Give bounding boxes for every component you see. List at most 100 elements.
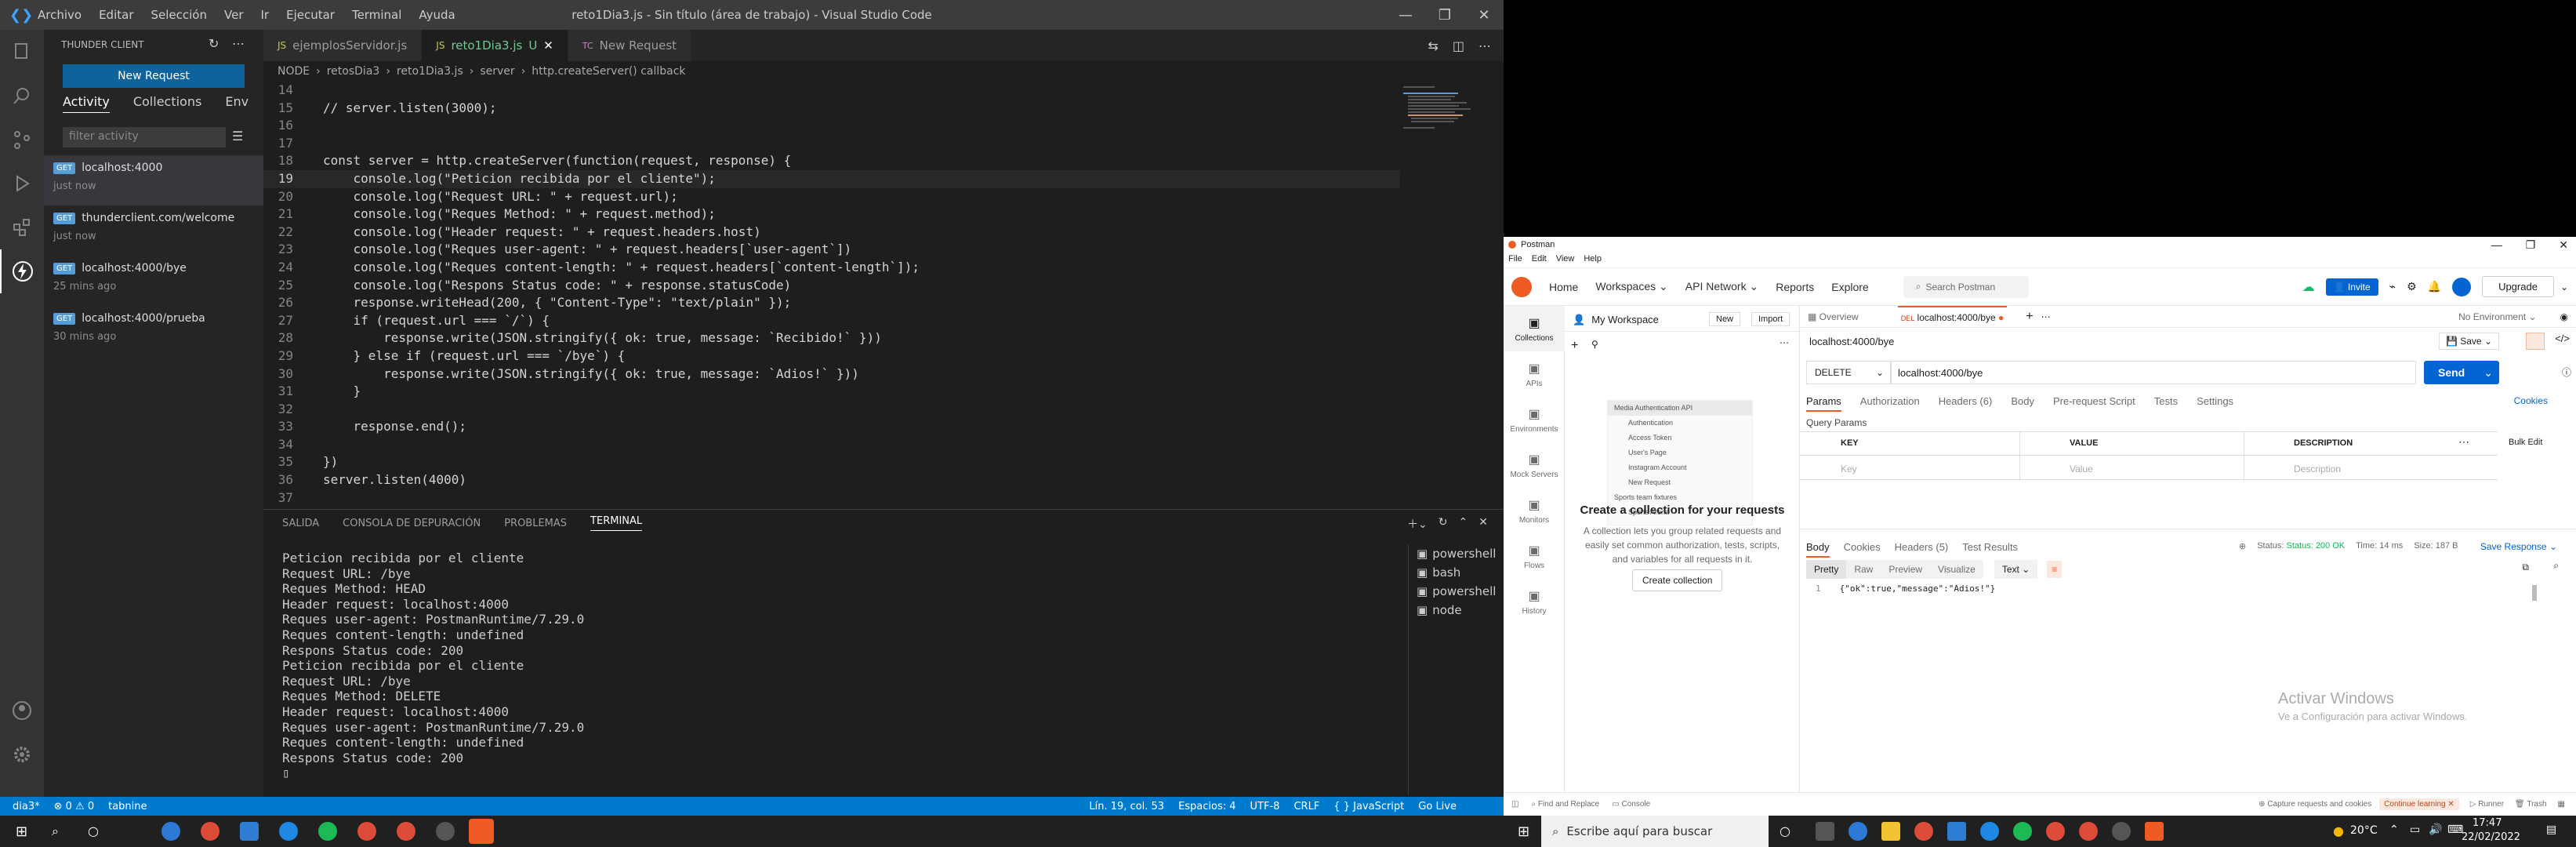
breadcrumb-item[interactable]: server: [480, 65, 514, 78]
editor-more-icon[interactable]: ⋯: [1478, 38, 1491, 53]
status-right-2[interactable]: UTF-8: [1250, 801, 1280, 812]
find-replace-link[interactable]: ⌕ Find and Replace: [1531, 800, 1599, 809]
panel-tab[interactable]: PROBLEMAS: [504, 518, 567, 529]
spotify-icon[interactable]: [2013, 822, 2032, 841]
status-left-2[interactable]: tabnine: [108, 801, 147, 812]
tabs-more-icon[interactable]: ⋯: [2041, 311, 2051, 322]
resp-tab[interactable]: Headers (5): [1895, 541, 1949, 558]
cortana-icon[interactable]: ○: [1780, 823, 1791, 838]
view-tab[interactable]: Visualize: [1930, 560, 1983, 579]
terminal-cursor[interactable]: ▯: [282, 765, 1395, 781]
app-icon[interactable]: [2112, 822, 2131, 841]
terminal-output[interactable]: Peticion recibida por el cliente Request …: [282, 551, 1395, 794]
req-tab[interactable]: Headers (6): [1939, 395, 1993, 412]
nav-reports[interactable]: Reports: [1776, 281, 1814, 293]
filter-menu-icon[interactable]: ☰: [232, 129, 243, 144]
breadcrumb-item[interactable]: http.createServer() callback: [532, 65, 685, 78]
req-tab[interactable]: Authorization: [1860, 395, 1920, 412]
chrome-icon-3[interactable]: [397, 822, 415, 841]
upgrade-button[interactable]: Upgrade: [2482, 276, 2554, 297]
nav-explore[interactable]: Explore: [1831, 281, 1868, 293]
description-input[interactable]: Description: [2294, 463, 2341, 474]
key-input[interactable]: Key: [1841, 463, 1857, 474]
tab-request[interactable]: DEL localhost:4000/bye ●: [1897, 305, 2008, 328]
chrome-icon[interactable]: [201, 822, 220, 841]
code-editor[interactable]: 14 15 // server.listen(3000); 16 17 18 const s…: [263, 82, 1400, 509]
runner-link[interactable]: ▷ Runner: [2470, 800, 2504, 809]
settings-icon[interactable]: ⚙: [2407, 280, 2417, 293]
panel-tab[interactable]: TERMINAL: [590, 515, 643, 531]
format-select[interactable]: Text ⌄: [1994, 560, 2038, 579]
view-tab[interactable]: Preview: [1881, 560, 1930, 579]
send-button[interactable]: Send ⌄: [2424, 361, 2499, 384]
req-tab[interactable]: Body: [2011, 395, 2034, 412]
method-select[interactable]: DELETE ⌄: [1806, 361, 1891, 384]
response-body[interactable]: 1 {"ok":true,"message":"Adios!"}: [1816, 583, 1995, 594]
status-right-4[interactable]: { } JavaScript: [1333, 801, 1404, 812]
maximize-icon[interactable]: ❐: [1425, 0, 1464, 30]
edge-icon[interactable]: [1849, 822, 1867, 841]
bulk-edit-link[interactable]: Bulk Edit: [2509, 438, 2542, 447]
req-tab[interactable]: Tests: [2154, 395, 2178, 412]
activity-item[interactable]: GET localhost:4000/prueba 30 mins ago: [44, 306, 263, 356]
code-icon[interactable]: </>: [2555, 333, 2570, 344]
status-right-1[interactable]: Espacios: 4: [1178, 801, 1235, 812]
spotify-icon[interactable]: [318, 822, 337, 841]
rail-apis[interactable]: ▣ APIs: [1504, 351, 1565, 397]
info-icon[interactable]: ⓘ: [2562, 365, 2571, 379]
params-more-icon[interactable]: ⋯: [2458, 435, 2469, 449]
nav-api-network[interactable]: API Network ⌄: [1685, 280, 1758, 293]
tab-ejemplos[interactable]: JS ejemplosServidor.js: [263, 30, 423, 61]
volume-icon[interactable]: 🔊: [2429, 823, 2442, 836]
network-icon[interactable]: ▭: [2410, 823, 2420, 836]
tab-new-request[interactable]: TC New Request: [568, 30, 692, 61]
account-icon[interactable]: [0, 689, 44, 732]
split-editor-icon[interactable]: ◫: [1453, 38, 1464, 53]
tab-overview[interactable]: ▦ Overview: [1808, 311, 1859, 322]
rail-monitors[interactable]: ▣ Monitors: [1504, 488, 1565, 533]
layout-icon[interactable]: ⌃: [1459, 516, 1468, 532]
menu-1[interactable]: Editar: [99, 8, 133, 22]
workspace-title[interactable]: 👤 My Workspace: [1573, 314, 1659, 326]
new-button[interactable]: New: [1709, 312, 1741, 326]
import-button[interactable]: Import: [1751, 312, 1791, 326]
url-input[interactable]: localhost:4000/bye: [1891, 361, 2416, 384]
pm-close-icon[interactable]: ✕: [2559, 238, 2568, 252]
console-link[interactable]: ▭ Console: [1612, 800, 1650, 809]
req-tab[interactable]: Params: [1806, 395, 1841, 412]
upgrade-chevron-icon[interactable]: ⌄: [2560, 282, 2568, 293]
nav-workspaces[interactable]: Workspaces ⌄: [1595, 280, 1667, 293]
search-icon[interactable]: [0, 74, 44, 118]
status-left-1[interactable]: ⊗ 0 ⚠ 0: [54, 801, 95, 812]
new-tab-icon[interactable]: +: [2026, 310, 2033, 324]
minimap[interactable]: [1400, 82, 1494, 509]
rail-collections[interactable]: ▣ Collections: [1504, 306, 1565, 351]
thunder-client-icon[interactable]: [0, 249, 44, 293]
collections-more-icon[interactable]: ⋯: [1780, 337, 1789, 348]
value-input[interactable]: Value: [2070, 463, 2093, 474]
rail-history[interactable]: ▣ History: [1504, 579, 1565, 624]
filter-icon[interactable]: ⚲: [1591, 339, 1598, 350]
postman-task-icon[interactable]: [469, 819, 494, 844]
menu-0[interactable]: Archivo: [38, 8, 82, 22]
run-debug-icon[interactable]: [0, 162, 44, 205]
chrome-icon-2[interactable]: [357, 822, 376, 841]
app-icon[interactable]: [436, 822, 455, 841]
postman-search[interactable]: ⌕ Search Postman: [1903, 275, 2029, 298]
chrome-icon-3[interactable]: [2079, 822, 2098, 841]
toggle-sidebar-icon[interactable]: ◫: [1511, 800, 1518, 809]
view-tab[interactable]: Pretty: [1806, 560, 1847, 579]
trash-link[interactable]: 🗑 Trash: [2515, 800, 2547, 809]
open-changes-icon[interactable]: ⇆: [1428, 38, 1438, 53]
tab-env[interactable]: Env: [225, 94, 249, 113]
add-collection-icon[interactable]: +: [1571, 339, 1578, 353]
extensions-icon[interactable]: [0, 205, 44, 249]
start-icon[interactable]: ⊞: [16, 823, 27, 840]
menu-5[interactable]: Ejecutar: [286, 8, 335, 22]
pm-menu-3[interactable]: Help: [1584, 254, 1602, 264]
clock-time[interactable]: 17:47: [2473, 817, 2502, 829]
panel-tab[interactable]: CONSOLA DE DEPURACIÓN: [343, 518, 481, 529]
nav-home[interactable]: Home: [1549, 281, 1578, 293]
settings-gear-icon[interactable]: [0, 732, 44, 776]
vscode-task-icon[interactable]: [240, 822, 259, 841]
